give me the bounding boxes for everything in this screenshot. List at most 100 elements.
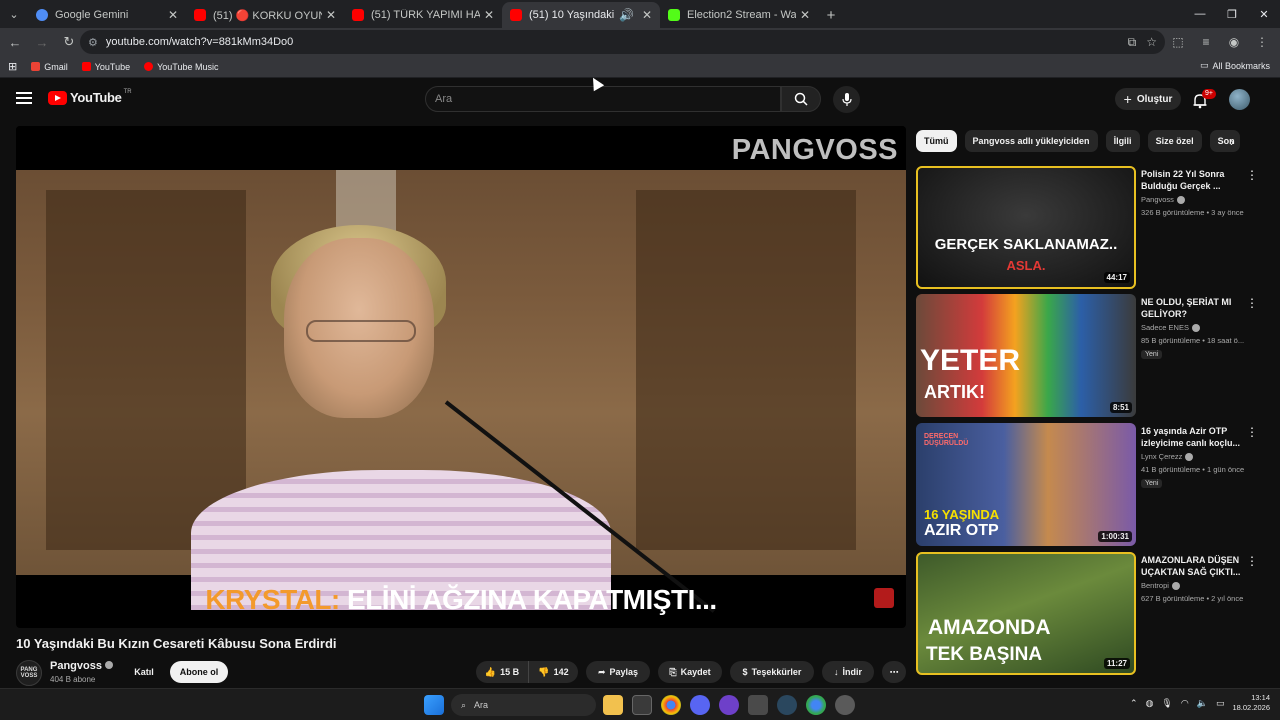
chip-recent[interactable]: Son — [1209, 130, 1240, 152]
video-duration: 11:27 — [1103, 658, 1130, 669]
audio-icon[interactable]: 🔊 — [619, 8, 634, 22]
taskbar-search[interactable]: ⌕ Ara — [451, 694, 596, 716]
more-actions-button[interactable]: ⋯ — [882, 661, 906, 683]
dislike-button[interactable]: 👎 142 — [528, 661, 578, 683]
bookmark-youtube[interactable]: YouTube — [81, 62, 130, 72]
video-thumbnail[interactable]: AMAZONDA TEK BAŞINA 11:27 — [916, 552, 1136, 675]
thanks-label: Teşekkürler — [751, 667, 802, 677]
close-icon[interactable]: ✕ — [168, 8, 178, 22]
search-button[interactable] — [781, 86, 821, 112]
minimize-icon[interactable]: — — [1184, 0, 1216, 28]
close-icon[interactable]: ✕ — [326, 8, 336, 22]
like-count: 15 B — [500, 667, 520, 677]
bookmark-gmail[interactable]: Gmail — [31, 62, 68, 72]
file-explorer-icon[interactable] — [603, 695, 623, 715]
bookmark-youtube-music[interactable]: YouTube Music — [144, 62, 218, 72]
more-vertical-icon[interactable]: ⋮ — [1246, 425, 1258, 439]
windows-start-icon[interactable] — [424, 695, 444, 715]
share-button[interactable]: ➦ Paylaş — [586, 661, 650, 683]
account-avatar[interactable] — [1229, 89, 1250, 110]
discord-icon[interactable] — [690, 695, 710, 715]
chip-for-you[interactable]: Size özel — [1147, 130, 1202, 152]
like-button[interactable]: 👍 15 B — [476, 661, 528, 683]
new-tab-button[interactable]: + — [818, 2, 844, 28]
github-icon[interactable] — [719, 695, 739, 715]
clock[interactable]: 13:14 18.02.2026 — [1232, 693, 1270, 713]
volume-icon[interactable]: 🔈 — [1197, 698, 1208, 709]
chevron-right-icon[interactable]: › — [1230, 135, 1234, 149]
recommendation-item[interactable]: YETER ARTIK! 8:51 NE OLDU, ŞERİAT MI GEL… — [916, 294, 1266, 418]
site-info-icon[interactable]: ⚙ — [88, 36, 98, 49]
hamburger-menu-icon[interactable] — [16, 92, 32, 104]
search-input[interactable]: Ara — [425, 86, 781, 112]
chip-all[interactable]: Tümü — [916, 130, 957, 152]
wood-panel — [46, 190, 246, 550]
wifi-icon[interactable]: ◠ — [1181, 698, 1189, 709]
back-arrow-icon[interactable]: ← — [3, 30, 27, 54]
browser-tab-kick[interactable]: Election2 Stream - Watch Live c ✕ — [660, 2, 818, 28]
extensions-icon[interactable]: ⬚ — [1166, 30, 1190, 54]
bookmark-star-icon[interactable]: ☆ — [1146, 35, 1157, 49]
browser-tab-youtube-active[interactable]: (51) 10 Yaşındaki Bu Kızın C 🔊 ✕ — [502, 2, 660, 28]
subscribe-label: Abone ol — [179, 667, 219, 677]
apps-grid-icon[interactable]: ⊞ — [8, 60, 17, 73]
wood-panel — [636, 190, 856, 550]
chrome-icon[interactable] — [661, 695, 681, 715]
close-icon[interactable]: ✕ — [484, 8, 494, 22]
browser-tab-youtube-1[interactable]: (51) 🔴 KORKU OYUNLARI GEC ✕ — [186, 2, 344, 28]
address-bar[interactable]: ⚙ youtube.com/watch?v=881kMm34Do0 ⧉ ☆ — [80, 30, 1165, 54]
chrome-profile-icon[interactable] — [806, 695, 826, 715]
browser-tab-youtube-2[interactable]: (51) TÜRK YAPIMI HARİKA KOR ✕ — [344, 2, 502, 28]
create-button[interactable]: + Oluştur — [1115, 88, 1181, 110]
youtube-logo[interactable]: YouTube TR — [48, 89, 132, 105]
video-thumbnail[interactable]: GERÇEK SAKLANAMAZ.. ASLA. 44:17 — [916, 166, 1136, 289]
video-player[interactable]: PANGVOSS KRYSTAL: ELİNİ AĞZINA KAPATMIŞT… — [16, 126, 906, 628]
all-bookmarks-button[interactable]: ▭ All Bookmarks — [1200, 60, 1270, 71]
more-vertical-icon[interactable]: ⋮ — [1246, 554, 1258, 568]
more-vertical-icon[interactable]: ⋮ — [1246, 296, 1258, 310]
download-button[interactable]: ↓ İndir — [822, 661, 874, 683]
app-icon[interactable] — [748, 695, 768, 715]
video-thumbnail[interactable]: YETER ARTIK! 8:51 — [916, 294, 1136, 417]
calculator-icon[interactable] — [632, 695, 652, 715]
profile-icon[interactable]: ◉ — [1222, 30, 1246, 54]
voice-search-button[interactable] — [833, 86, 860, 113]
verified-icon — [1176, 195, 1185, 204]
microphone-icon[interactable]: 🎙 — [1161, 698, 1172, 709]
close-icon[interactable]: ✕ — [642, 8, 652, 22]
steam-icon[interactable] — [777, 695, 797, 715]
chip-from-uploader[interactable]: Pangvoss adlı yükleyiciden — [964, 130, 1098, 152]
notifications-button[interactable]: 9+ — [1192, 89, 1216, 111]
close-icon[interactable]: ✕ — [800, 8, 810, 22]
channel-avatar[interactable]: PANG VOSS — [16, 660, 42, 686]
browser-tab-gemini[interactable]: Google Gemini ✕ — [28, 2, 186, 28]
gamepad-icon[interactable]: ◍ — [1146, 698, 1154, 709]
media-controls-icon[interactable]: ≡ — [1194, 30, 1218, 54]
bookmark-label: YouTube Music — [157, 61, 219, 72]
search-placeholder: Ara — [435, 93, 453, 105]
forward-arrow-icon[interactable]: → — [30, 30, 54, 54]
recommendation-item[interactable]: DERECEN DÜŞÜRÜLDÜ 16 YAŞINDA AZIR OTP 1:… — [916, 423, 1266, 547]
join-button[interactable]: Katıl — [124, 661, 164, 683]
video-thumbnail[interactable]: DERECEN DÜŞÜRÜLDÜ 16 YAŞINDA AZIR OTP 1:… — [916, 423, 1136, 546]
battery-icon[interactable]: ▭ — [1216, 698, 1225, 709]
channel-name[interactable]: Pangvoss — [50, 660, 114, 672]
bookmark-label: Gmail — [44, 61, 68, 72]
tab-search-icon[interactable]: ⌄ — [0, 0, 28, 28]
close-window-icon[interactable]: ✕ — [1248, 0, 1280, 28]
thanks-button[interactable]: $ Teşekkürler — [730, 661, 814, 683]
chip-related[interactable]: İlgili — [1105, 130, 1140, 152]
save-button[interactable]: ⎘ Kaydet — [658, 661, 722, 683]
reload-icon[interactable]: ↻ — [57, 30, 81, 54]
cast-icon[interactable]: ⧉ — [1128, 35, 1137, 50]
recommendation-item[interactable]: AMAZONDA TEK BAŞINA 11:27 AMAZONLARA DÜŞ… — [916, 552, 1266, 676]
recommendation-item[interactable]: GERÇEK SAKLANAMAZ.. ASLA. 44:17 Polisin … — [916, 166, 1266, 290]
settings-gear-icon[interactable] — [835, 695, 855, 715]
maximize-icon[interactable]: ❐ — [1216, 0, 1248, 28]
more-vertical-icon[interactable]: ⋮ — [1246, 168, 1258, 182]
youtube-header: YouTube TR Ara + Oluştur 9+ — [0, 80, 1280, 120]
youtube-play-icon — [48, 90, 67, 105]
chevron-up-icon[interactable]: ⌃ — [1130, 698, 1138, 709]
subscribe-button[interactable]: Abone ol — [170, 661, 228, 683]
menu-kebab-icon[interactable]: ⋮ — [1250, 30, 1274, 54]
